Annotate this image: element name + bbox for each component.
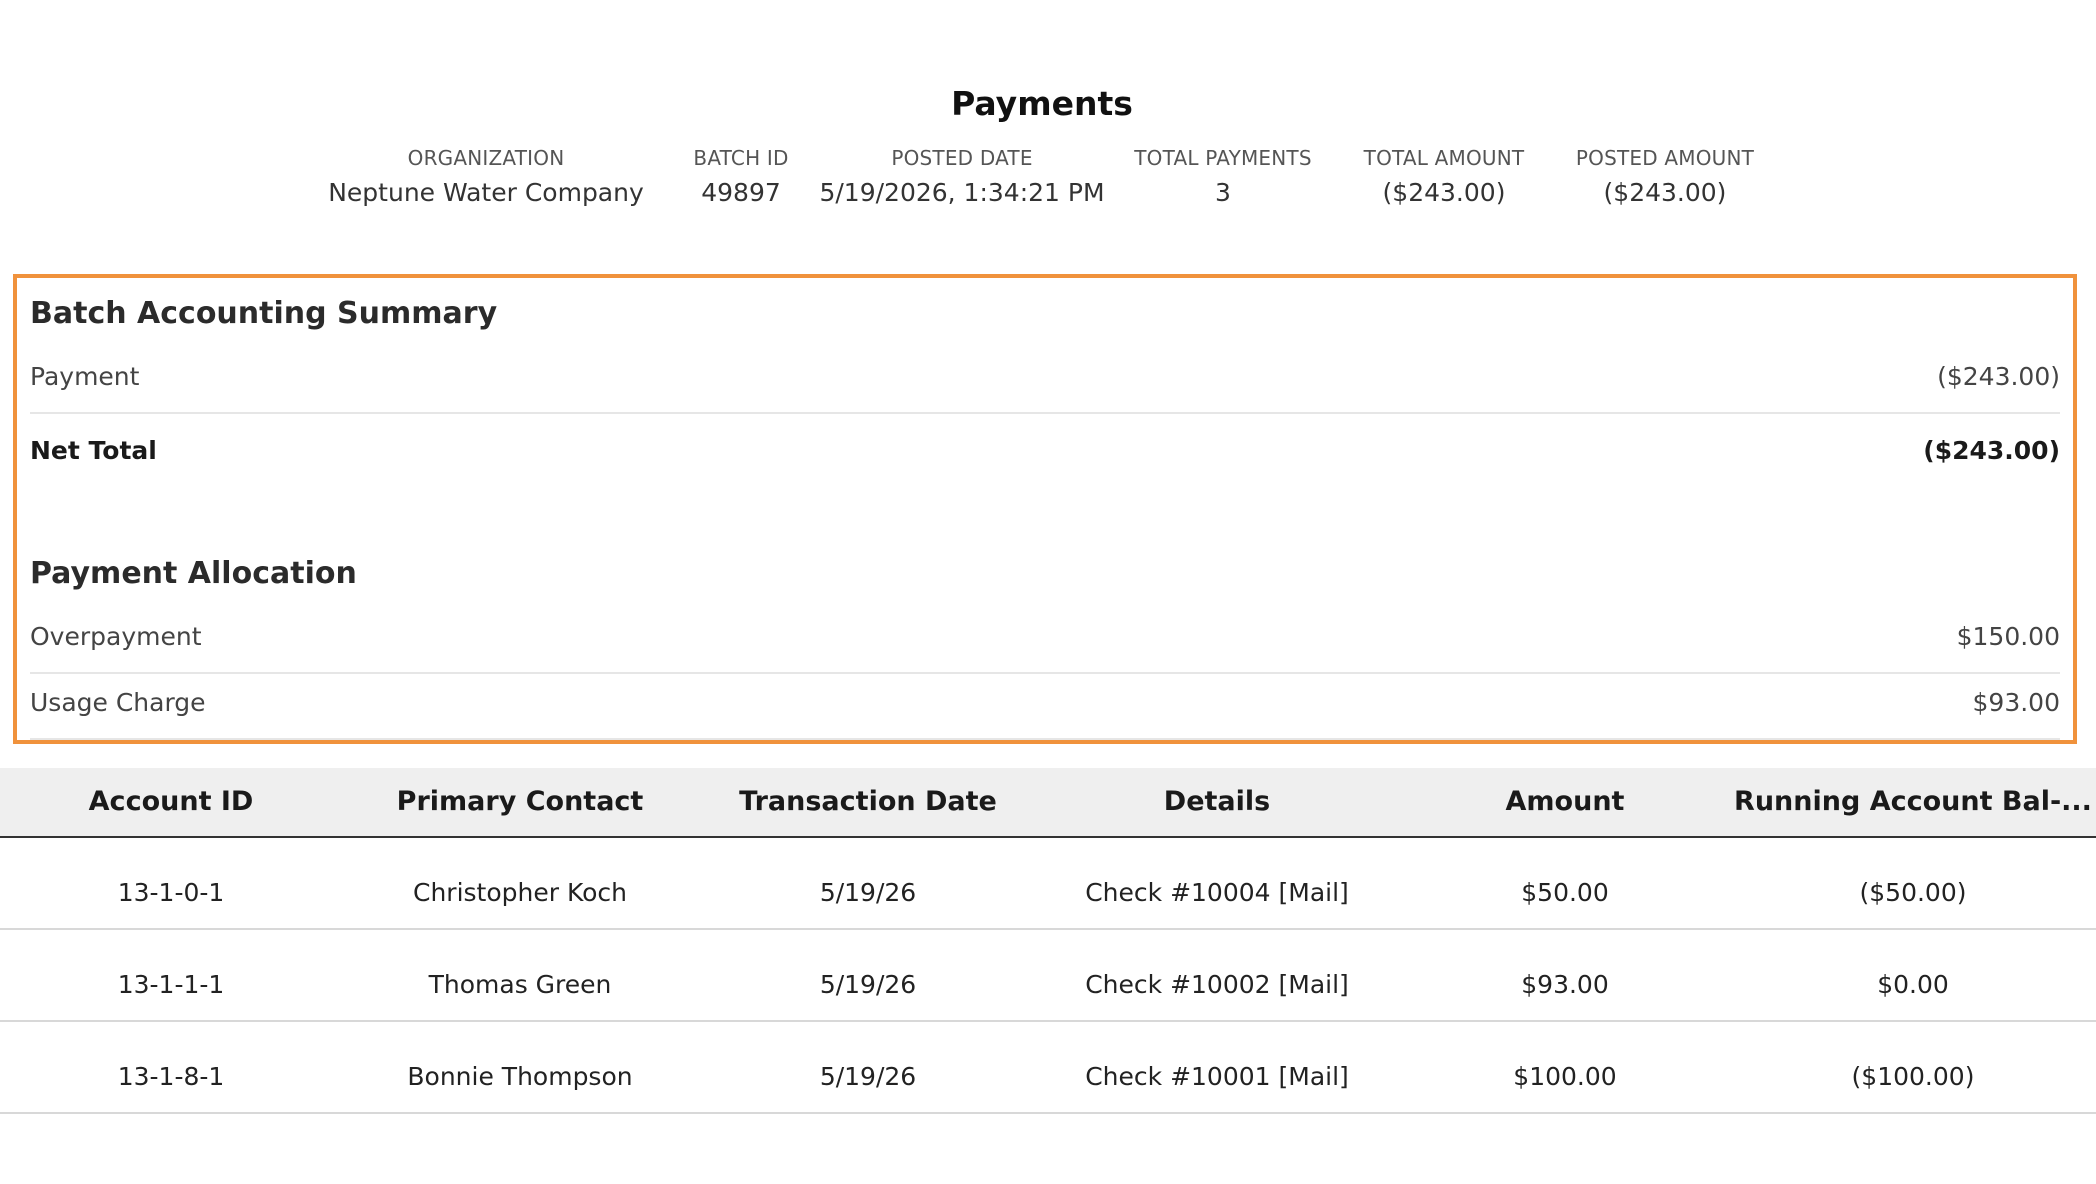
summary-row-payment: Payment ($243.00) [30,348,2060,414]
cell-transaction-date: 5/19/26 [819,878,917,907]
column-header-details[interactable]: Details [1164,786,1270,817]
net-total-label: Net Total [30,436,157,465]
cell-details: Check #10002 [Mail] [1085,970,1349,999]
cell-transaction-date: 5/19/26 [819,1062,917,1091]
cell-running-balance: ($100.00) [1851,1062,1975,1091]
net-total-value: ($243.00) [1923,436,2060,465]
summary-row-net-total: Net Total ($243.00) [30,422,2060,488]
cell-running-balance: $0.00 [1877,970,1949,999]
meta-label: POSTED AMOUNT [1575,146,1755,170]
cell-account-id: 13-1-8-1 [117,1062,225,1091]
table-row[interactable]: 13-1-0-1 Christopher Koch 5/19/26 Check … [0,838,2096,930]
cell-running-balance: ($50.00) [1859,878,1967,907]
table-row[interactable]: 13-1-1-1 Thomas Green 5/19/26 Check #100… [0,930,2096,1022]
batch-metadata: ORGANIZATION Neptune Water Company BATCH… [0,146,2096,216]
meta-label: ORGANIZATION [407,146,565,170]
cell-details: Check #10004 [Mail] [1085,878,1349,907]
allocation-row-overpayment: Overpayment $150.00 [30,608,2060,674]
meta-label: POSTED DATE [891,146,1033,170]
cell-amount: $93.00 [1521,970,1609,999]
cell-primary-contact: Christopher Koch [412,878,628,907]
column-header-account-id[interactable]: Account ID [89,786,254,817]
column-header-amount[interactable]: Amount [1506,786,1625,817]
meta-batch-id: BATCH ID 49897 [693,146,788,207]
meta-posted-date: POSTED DATE 5/19/2026, 1:34:21 PM [819,146,1104,207]
meta-value: ($243.00) [1382,178,1506,207]
summary-row-value: ($243.00) [1937,362,2060,391]
payments-table-header: Account ID Primary Contact Transaction D… [0,768,2096,838]
meta-total-payments: TOTAL PAYMENTS 3 [1134,146,1312,207]
meta-value: ($243.00) [1603,178,1727,207]
column-header-primary-contact[interactable]: Primary Contact [397,786,644,817]
column-header-running-balance[interactable]: Running Account Bal-... [1734,786,2092,817]
meta-label: BATCH ID [693,146,789,170]
cell-details: Check #10001 [Mail] [1085,1062,1349,1091]
meta-value: Neptune Water Company [328,178,644,207]
allocation-row-usage-charge: Usage Charge $93.00 [30,674,2060,740]
meta-label: TOTAL AMOUNT [1363,146,1525,170]
column-header-transaction-date[interactable]: Transaction Date [739,786,997,817]
allocation-row-label: Usage Charge [30,688,206,717]
batch-accounting-summary-title: Batch Accounting Summary [30,296,498,331]
meta-value: 5/19/2026, 1:34:21 PM [819,178,1105,207]
page-title: Payments [951,84,1133,123]
cell-account-id: 13-1-0-1 [117,878,225,907]
payment-allocation-title: Payment Allocation [30,556,357,591]
cell-amount: $100.00 [1513,1062,1617,1091]
cell-primary-contact: Thomas Green [428,970,612,999]
meta-total-amount: TOTAL AMOUNT ($243.00) [1364,146,1525,207]
meta-organization: ORGANIZATION Neptune Water Company [328,146,644,207]
table-row[interactable]: 13-1-8-1 Bonnie Thompson 5/19/26 Check #… [0,1022,2096,1114]
meta-label: TOTAL PAYMENTS [1134,146,1312,170]
cell-amount: $50.00 [1521,878,1609,907]
cell-transaction-date: 5/19/26 [819,970,917,999]
allocation-row-label: Overpayment [30,622,202,651]
cell-account-id: 13-1-1-1 [117,970,225,999]
meta-value: 49897 [701,178,781,207]
cell-primary-contact: Bonnie Thompson [407,1062,633,1091]
allocation-row-value: $93.00 [1972,688,2060,717]
allocation-row-value: $150.00 [1956,622,2060,651]
meta-value: 3 [1215,178,1231,207]
summary-row-label: Payment [30,362,140,391]
meta-posted-amount: POSTED AMOUNT ($243.00) [1576,146,1754,207]
accounting-summary-panel: Batch Accounting Summary Payment ($243.0… [13,274,2077,744]
